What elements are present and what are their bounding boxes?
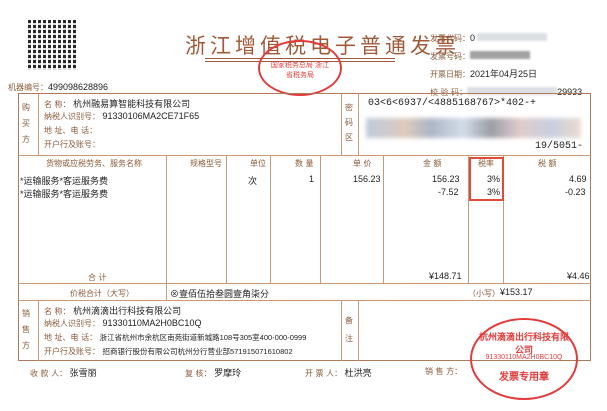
machine-number-value: 499098628896 <box>48 82 109 92</box>
seller-address-label: 地 址、电 话： <box>44 333 98 342</box>
remark-label: 备 注 <box>345 316 353 343</box>
tax-rate-highlight <box>469 157 504 201</box>
cipher-line-4: 19/5051- <box>535 141 584 152</box>
row-1-unit: 次 <box>248 176 258 186</box>
row-2-amount: -7.52 <box>438 187 459 197</box>
cipher-side-label: 密 码 区 <box>345 103 353 142</box>
machine-number: 机器编号：499098628896 <box>8 82 108 93</box>
review-label: 复 核： <box>185 369 212 378</box>
buyer-side-label: 购 买 方 <box>22 103 30 144</box>
invoice-date-value: 2021年04月25日 <box>470 69 538 79</box>
buyer-name-label: 名 称： <box>44 100 71 109</box>
header-spec: 规格型号 <box>190 159 222 168</box>
buyer-bank-label: 开户行及账号： <box>44 140 100 149</box>
seller-bank-label: 开户行及账号： <box>44 347 100 356</box>
buyer-tax-value: 91330106MA2CE71F65 <box>102 111 200 121</box>
header-price: 单 价 <box>353 159 372 168</box>
header-item-name: 货物或应税劳务、服务名称 <box>46 159 142 168</box>
seller-side-label: 销 售 方 <box>22 309 30 350</box>
qr-code <box>28 20 78 70</box>
seller-seal: 杭州滴滴出行科技有限公司 91330110MA2H0BC10Q 发票专用章 <box>470 318 578 400</box>
sum-lower: ¥153.17 <box>500 287 533 297</box>
seller-tax-label: 纳税人识别号： <box>44 319 100 328</box>
row-1-amount: 156.23 <box>432 174 460 184</box>
payee-value: 张雪丽 <box>69 368 97 378</box>
redaction-blur <box>470 51 530 59</box>
sum-label: 价税合计（大写） <box>70 289 134 298</box>
buyer-tax-label: 纳税人识别号： <box>44 112 100 121</box>
seller-seal-mid: 91330110MA2H0BC10Q <box>485 354 563 361</box>
seller-bank-value: 招商银行股份有限公司杭州分行营业部571915071610802 <box>102 347 293 356</box>
cipher-line-1: 03<6<6937/<4885168767>*402-+ <box>368 98 537 109</box>
sum-upper: ⊗壹佰伍拾叁圆壹角柒分 <box>170 289 270 299</box>
invoice-code-value: 0 <box>470 33 476 43</box>
total-amount: ¥148.71 <box>429 271 462 281</box>
seller-seal-top: 杭州滴滴出行科技有限公司 <box>478 333 569 356</box>
seller-address-value: 浙江省杭州市余杭区南苑街道新城路108号305室400-000-0999 <box>99 333 307 342</box>
total-label: 合 计 <box>88 273 107 282</box>
total-tax: ¥4.46 <box>567 271 590 281</box>
seal-text: 国家税务总局 浙江省税务局 <box>270 61 330 79</box>
row-2-tax: -0.23 <box>565 187 586 197</box>
payee-label: 收 款 人： <box>30 369 68 378</box>
drawer-value: 杜洪亮 <box>344 368 372 378</box>
review-value: 罗摩玲 <box>214 368 242 378</box>
invoice-number-label: 发票号码： <box>430 52 470 61</box>
header-amount: 金 额 <box>423 159 442 168</box>
invoice-code-label: 发票代码： <box>430 34 470 43</box>
seller-name-label: 名 称： <box>44 307 71 316</box>
header-unit: 单位 <box>250 159 266 168</box>
cipher-blur <box>366 114 581 142</box>
row-2-name: *运输服务*客运服务费 <box>20 189 109 199</box>
sum-lower-label: （小写） <box>468 289 500 298</box>
row-1-tax: 4.69 <box>569 174 587 184</box>
seller-name-value: 杭州滴滴出行科技有限公司 <box>73 306 182 316</box>
buyer-address-label: 地 址、电 话： <box>44 126 98 135</box>
buyer-name-value: 杭州融易算智能科技有限公司 <box>73 99 191 109</box>
tax-bureau-seal: 国家税务总局 浙江省税务局 <box>258 40 342 96</box>
header-tax: 税 额 <box>538 159 557 168</box>
redaction-blur <box>477 33 548 41</box>
seller-seal-bottom: 发票专用章 <box>499 372 549 383</box>
seller-tax-value: 91330110MA2H0BC10Q <box>102 318 202 328</box>
invoice-date-label: 开票日期： <box>430 70 470 79</box>
drawer-label: 开 票 人： <box>305 369 343 378</box>
row-1-price: 156.23 <box>353 174 381 184</box>
header-qty: 数 量 <box>295 159 314 168</box>
seller-footer-label: 销 售 方： <box>425 367 463 376</box>
row-1-name: *运输服务*客运服务费 <box>20 176 109 186</box>
machine-number-label: 机器编号： <box>8 83 48 92</box>
